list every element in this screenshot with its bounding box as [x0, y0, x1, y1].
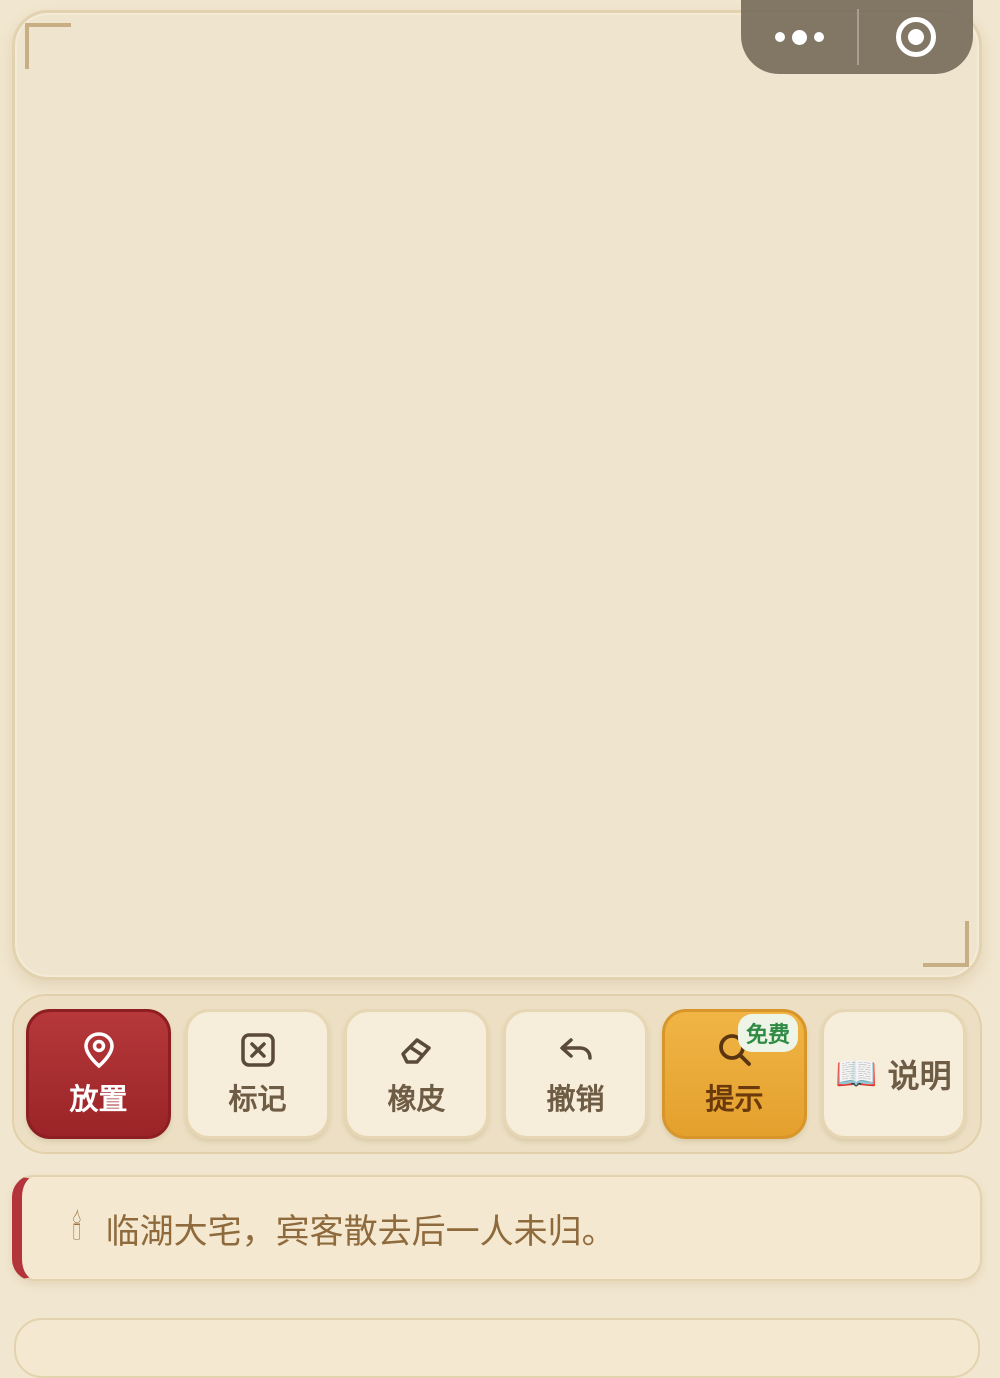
more-button[interactable]	[741, 7, 857, 67]
capsule-menu	[741, 0, 973, 74]
undo-button[interactable]: 撤销	[503, 1009, 648, 1139]
story-banner: 🕯 临湖大宅，宾客散去后一人未归。	[12, 1175, 982, 1281]
target-close-icon-dot	[908, 29, 924, 45]
target-close-icon	[896, 17, 936, 57]
help-label: 说明	[887, 1057, 952, 1095]
more-dots-icon-right	[813, 32, 824, 42]
x-square-icon	[240, 1033, 275, 1067]
undo-label: 撤销	[546, 1082, 605, 1116]
mark-label: 标记	[228, 1082, 287, 1116]
help-button[interactable]: 📖 说明	[821, 1009, 966, 1139]
place-label: 放置	[69, 1082, 128, 1116]
close-button[interactable]	[859, 7, 973, 67]
puzzle-board[interactable]	[12, 10, 982, 980]
board-corner-top-left	[25, 23, 71, 69]
map-pin-icon	[83, 1032, 114, 1069]
more-dots-icon-center	[791, 29, 807, 45]
eraser-icon	[400, 1038, 431, 1064]
eraser-label: 橡皮	[387, 1082, 446, 1116]
next-card	[14, 1318, 980, 1378]
mark-button[interactable]: 标记	[185, 1009, 330, 1139]
candle-icon: 🕯	[72, 1208, 82, 1248]
eraser-button[interactable]: 橡皮	[344, 1009, 489, 1139]
place-button[interactable]: 放置	[26, 1009, 171, 1139]
book-icon: 📖	[835, 1054, 878, 1094]
free-badge: 免费	[737, 1014, 798, 1052]
tool-bar: 放置 标记 橡皮 撤销 免费 提示 📖 说明	[12, 994, 982, 1154]
board-corner-bottom-right	[923, 921, 969, 967]
more-dots-icon	[774, 32, 785, 42]
hint-button[interactable]: 免费 提示	[662, 1009, 807, 1139]
story-text: 临湖大宅，宾客散去后一人未归。	[105, 1211, 616, 1252]
hint-label: 提示	[705, 1082, 764, 1116]
undo-arrow-icon	[559, 1038, 592, 1060]
